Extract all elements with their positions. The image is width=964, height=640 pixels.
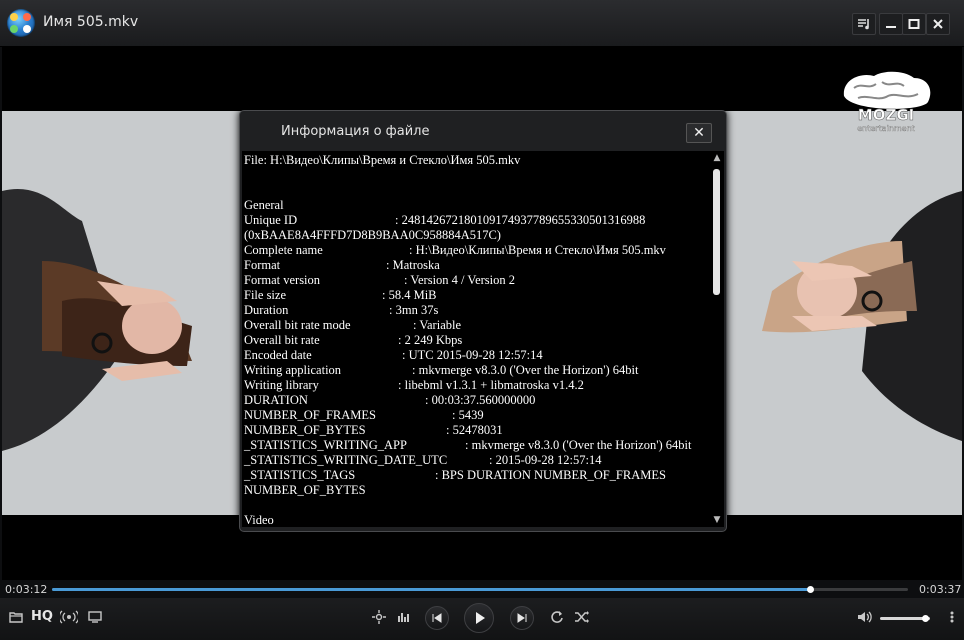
svg-text:entertainment: entertainment <box>857 124 915 133</box>
info-value: : 00:03:37.560000000 <box>425 393 536 407</box>
info-label: _STATISTICS_WRITING_DATE_UTC <box>244 453 448 467</box>
info-label: NUMBER_OF_FRAMES <box>244 408 376 422</box>
seek-handle[interactable] <box>806 586 814 593</box>
info-value: : 5439 <box>452 408 484 422</box>
info-label: DURATION <box>244 393 308 407</box>
minimize-button[interactable] <box>879 13 903 35</box>
info-value: : 52478031 <box>446 423 503 437</box>
file-path-line: File: H:\Видео\Клипы\Время и Стекло\Имя … <box>244 153 521 167</box>
more-options-icon[interactable] <box>946 610 958 628</box>
previous-button[interactable] <box>425 606 449 630</box>
info-value: : BPS DURATION NUMBER_OF_FRAMES <box>435 468 666 482</box>
info-value: : H:\Видео\Клипы\Время и Стекло\Имя 505.… <box>409 243 666 257</box>
watermark-logo: MOZGI entertainment <box>838 68 934 134</box>
volume-icon[interactable] <box>857 610 873 628</box>
info-label: _STATISTICS_WRITING_APP <box>244 438 407 452</box>
section-general: General <box>244 198 284 212</box>
scroll-up-icon[interactable]: ▲ <box>712 153 722 163</box>
info-value: : 58.4 MiB <box>382 288 437 302</box>
info-label: Overall bit rate <box>244 333 320 347</box>
dialog-close-button[interactable]: ✕ <box>686 123 712 143</box>
info-value: : mkvmerge v8.3.0 ('Over the Horizon') 6… <box>412 363 639 377</box>
info-label: Format <box>244 258 281 272</box>
hq-button[interactable]: HQ <box>31 609 53 624</box>
info-label: Writing application <box>244 363 342 377</box>
info-value: : 2 249 Kbps <box>398 333 463 347</box>
info-label: NUMBER_OF_BYTES <box>244 423 366 437</box>
next-button[interactable] <box>510 606 534 630</box>
volume-slider[interactable] <box>880 615 930 622</box>
dialog-scrollbar[interactable]: ▲ ▼ <box>710 151 724 527</box>
info-label: Complete name <box>244 243 323 257</box>
info-value: : UTC 2015-09-28 12:57:14 <box>402 348 543 362</box>
info-value: (0xBAAE8A4FFFD7D8B9BAA0C958884A517C) <box>244 228 501 242</box>
close-window-button[interactable] <box>926 13 950 35</box>
video-figure-right <box>762 191 962 441</box>
info-label: Writing library <box>244 378 319 392</box>
info-value: : Variable <box>413 318 462 332</box>
time-total: 0:03:37 <box>919 583 962 596</box>
info-value: : Matroska <box>386 258 440 272</box>
file-info-text[interactable]: File: H:\Видео\Клипы\Время и Стекло\Имя … <box>242 151 710 527</box>
seek-progress <box>52 588 810 591</box>
playlist-icon[interactable] <box>852 13 876 35</box>
maximize-button[interactable] <box>902 13 926 35</box>
scroll-down-icon[interactable]: ▼ <box>712 515 722 525</box>
info-value: : 24814267218010917493778965533050131698… <box>395 213 646 227</box>
play-button[interactable] <box>464 603 494 633</box>
dialog-title: Информация о файле <box>281 124 430 139</box>
info-value: : Version 4 / Version 2 <box>404 273 515 287</box>
file-info-dialog: Информация о файле ✕ File: H:\Видео\Клип… <box>239 110 727 532</box>
info-label: Overall bit rate mode <box>244 318 351 332</box>
info-label: Format version <box>244 273 321 287</box>
seek-track[interactable] <box>52 586 908 593</box>
info-value: : 2015-09-28 12:57:14 <box>489 453 602 467</box>
video-figure-left <box>2 188 192 451</box>
open-folder-icon[interactable] <box>9 611 23 627</box>
settings-dial-icon[interactable] <box>372 610 386 628</box>
screen-icon[interactable] <box>88 610 102 628</box>
time-current: 0:03:12 <box>5 583 48 596</box>
info-value: : mkvmerge v8.3.0 ('Over the Horizon') 6… <box>465 438 692 452</box>
window-title: Имя 505.mkv <box>43 14 139 30</box>
seek-bar-row: 0:03:12 0:03:37 <box>0 580 964 598</box>
app-logo-icon[interactable] <box>7 9 35 37</box>
control-bar: HQ <box>0 598 964 640</box>
title-bar: Имя 505.mkv <box>0 0 964 47</box>
info-label: Encoded date <box>244 348 312 362</box>
shuffle-icon[interactable] <box>574 610 590 628</box>
volume-handle[interactable] <box>922 615 929 622</box>
repeat-icon[interactable] <box>550 610 564 628</box>
scroll-thumb[interactable] <box>713 169 720 295</box>
info-label: Unique ID <box>244 213 298 227</box>
info-value: : libebml v1.3.1 + libmatroska v1.4.2 <box>398 378 584 392</box>
info-value: NUMBER_OF_BYTES <box>244 483 366 497</box>
section-video: Video <box>244 513 274 527</box>
broadcast-icon[interactable] <box>58 610 80 628</box>
info-label: Duration <box>244 303 289 317</box>
svg-text:MOZGI: MOZGI <box>858 106 914 124</box>
equalizer-icon[interactable] <box>397 610 411 628</box>
info-label: File size <box>244 288 287 302</box>
info-value: : 3mn 37s <box>389 303 439 317</box>
info-label: _STATISTICS_TAGS <box>244 468 356 482</box>
